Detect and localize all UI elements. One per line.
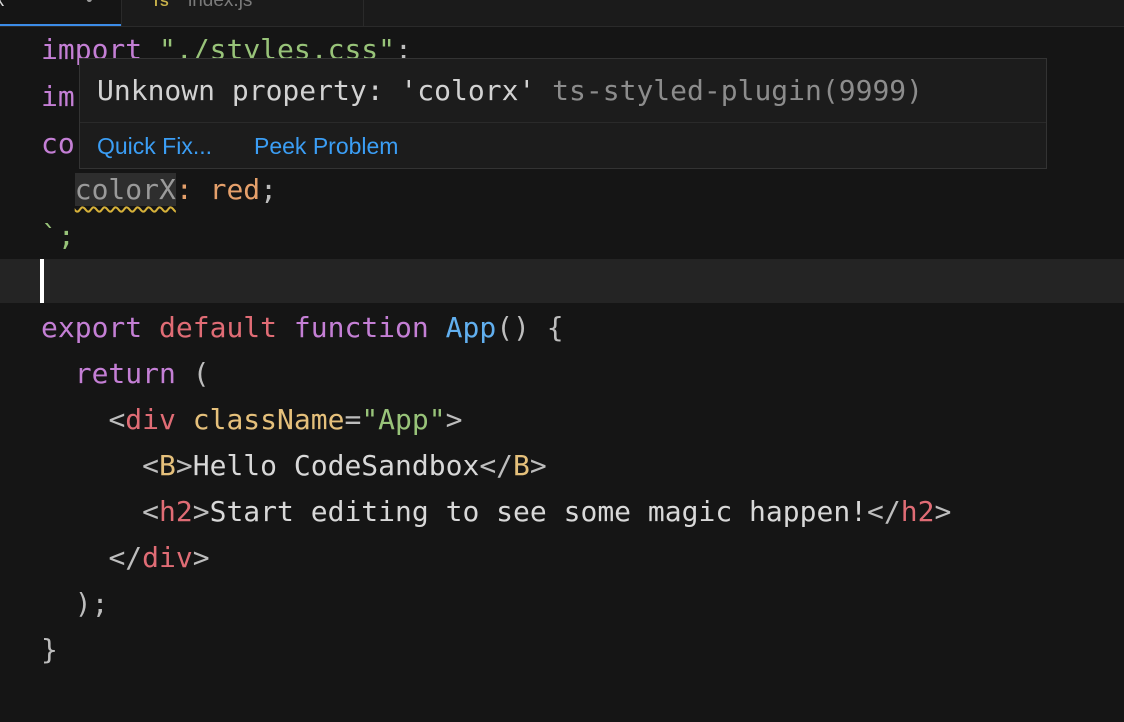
tab-label: index.js xyxy=(188,0,253,11)
typescript-file-icon: TS xyxy=(152,0,169,9)
unsaved-dot-icon[interactable]: • xyxy=(86,0,93,14)
code-line: <B>Hello CodeSandbox</B> xyxy=(41,443,547,489)
jsx-text: Start editing to see some magic happen! xyxy=(209,495,868,528)
jsx-attribute: className xyxy=(192,403,345,436)
editor-tab-bar: tsx • TS index.js xyxy=(0,0,1124,27)
punctuation: < xyxy=(142,495,160,528)
tab-label: tsx xyxy=(0,0,4,14)
code-line: <div className="App"> xyxy=(41,397,462,443)
error-squiggle-property[interactable]: colorX xyxy=(74,173,176,206)
punctuation: ; xyxy=(260,173,278,206)
punctuation: > xyxy=(192,541,210,574)
punctuation: = xyxy=(344,403,362,436)
template-end: `; xyxy=(41,219,75,252)
keyword: default xyxy=(159,311,278,344)
code-editor-window: tsx • TS index.js import "./styles.css";… xyxy=(0,0,1124,722)
keyword: function xyxy=(293,311,429,344)
tab-index-js[interactable]: TS index.js xyxy=(122,0,364,26)
jsx-tag: h2 xyxy=(900,495,935,528)
punctuation: ); xyxy=(74,587,109,620)
keyword: co xyxy=(41,127,75,160)
quick-fix-link[interactable]: Quick Fix... xyxy=(97,131,212,161)
punctuation: < xyxy=(142,449,160,482)
jsx-tag: h2 xyxy=(159,495,193,528)
code-line: } xyxy=(41,627,58,673)
punctuation: < xyxy=(108,403,126,436)
code-line: <h2>Start editing to see some magic happ… xyxy=(41,489,951,535)
jsx-tag: div xyxy=(142,541,193,574)
function-name: App xyxy=(445,311,497,344)
punctuation: ( xyxy=(192,357,210,390)
keyword: im xyxy=(41,80,75,113)
jsx-tag: div xyxy=(125,403,176,436)
code-line: ); xyxy=(41,581,109,627)
diagnostic-message: Unknown property: 'colorx' xyxy=(97,74,536,107)
code-line: co xyxy=(41,121,75,167)
code-line: </div> xyxy=(41,535,210,581)
punctuation: > xyxy=(445,403,463,436)
keyword: return xyxy=(74,357,176,390)
text-cursor xyxy=(40,259,44,303)
divider xyxy=(80,122,1046,123)
diagnostic-message-row: Unknown property: 'colorx' ts-styled-plu… xyxy=(97,71,923,111)
code-line: im xyxy=(41,74,75,120)
current-line-highlight xyxy=(0,259,1124,303)
punctuation: : xyxy=(175,173,193,206)
punctuation: () { xyxy=(496,311,564,344)
punctuation: > xyxy=(192,495,210,528)
punctuation: > xyxy=(934,495,952,528)
jsx-component: B xyxy=(159,449,176,482)
punctuation: </ xyxy=(867,495,901,528)
punctuation: > xyxy=(529,449,547,482)
punctuation: } xyxy=(41,633,58,666)
string-literal: "App" xyxy=(361,403,446,436)
code-line: return ( xyxy=(41,351,210,397)
code-line: `; xyxy=(41,213,75,259)
keyword: export xyxy=(41,311,143,344)
punctuation: </ xyxy=(479,449,514,482)
punctuation: > xyxy=(175,449,193,482)
diagnostic-source: ts-styled-plugin(9999) xyxy=(552,74,924,107)
tab-active-file[interactable]: tsx • xyxy=(0,0,122,26)
peek-problem-link[interactable]: Peek Problem xyxy=(254,131,398,161)
jsx-component: B xyxy=(513,449,530,482)
code-line: colorX: red; xyxy=(41,167,277,213)
code-line: export default function App() { xyxy=(41,305,564,351)
punctuation: </ xyxy=(108,541,143,574)
jsx-text: Hello CodeSandbox xyxy=(192,449,480,482)
css-value: red xyxy=(209,173,261,206)
diagnostic-hover-popup: Unknown property: 'colorx' ts-styled-plu… xyxy=(79,58,1047,169)
